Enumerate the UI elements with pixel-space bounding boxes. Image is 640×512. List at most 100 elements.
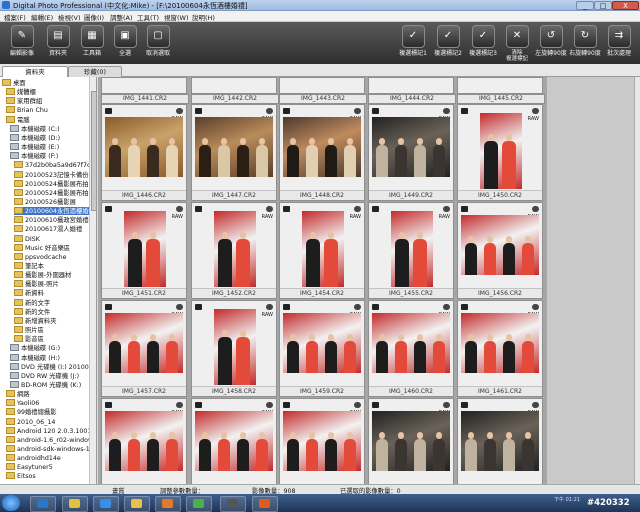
close-button[interactable]: X — [612, 1, 639, 10]
tree-item[interactable]: 20100610攝政宮婚禮新 — [14, 216, 95, 224]
tree-item[interactable]: 攝影展-照片 — [14, 280, 59, 288]
tree-scroll-thumb[interactable] — [91, 91, 96, 211]
clear-check-button[interactable]: ✕ 清除 複選標記 — [499, 25, 535, 63]
tree-item[interactable]: 本機磁碟 (D:) — [10, 133, 60, 142]
thumbnail-cell[interactable]: RAWIMG_1461.CR2 — [457, 300, 543, 397]
tree-item[interactable]: 本機磁碟 (G:) — [10, 344, 60, 352]
taskbar-app-button[interactable] — [155, 496, 181, 512]
thumbnail-cell[interactable]: RAW — [457, 398, 543, 484]
thumbnail-cell-partial[interactable] — [191, 77, 277, 94]
rotate-left-button[interactable]: ↺ 左旋轉90度 — [533, 25, 569, 63]
tree-item[interactable]: 影音區 — [14, 335, 44, 343]
tree-item[interactable]: 20100523記憶卡備份 — [14, 170, 89, 179]
check-mark-2-button[interactable]: ✓ 複選標記2 — [430, 25, 466, 63]
deselect-button[interactable]: ▢ 取消選取 — [140, 25, 176, 63]
tree-scrollbar[interactable] — [89, 77, 96, 484]
menu-edit[interactable]: 編輯(E) — [31, 12, 53, 22]
tree-item[interactable]: 攝影展-外圍器材 — [14, 271, 71, 279]
tree-item[interactable]: 家用群組 — [6, 97, 42, 105]
folder-button[interactable]: ▤ 資料夾 — [40, 25, 76, 63]
grid-scrollbar[interactable] — [634, 77, 640, 484]
tree-item[interactable]: 桌面 — [2, 79, 26, 87]
menu-file[interactable]: 檔案(F) — [4, 12, 26, 22]
thumbnail-cell[interactable]: RAW IMG_1450.CR2 — [457, 104, 543, 201]
thumbnail-cell[interactable]: RAW IMG_1451.CR2 — [101, 202, 187, 299]
tree-item[interactable]: Android 120 2.0.3.1001 — [6, 426, 91, 435]
tree-item[interactable]: Music 好音樂區 — [14, 243, 70, 252]
tree-item[interactable]: Easytuner5 — [6, 463, 53, 471]
thumbnail-cell[interactable]: RAW IMG_1454.CR2 — [279, 202, 365, 299]
tree-item[interactable]: 媒體櫃 — [6, 88, 36, 96]
tree-item[interactable]: DVD 光碟機 (I:) 20100727 — [10, 362, 96, 371]
tree-item[interactable]: 本機磁碟 (H:) — [10, 353, 60, 362]
thumbnail-cell-partial[interactable] — [368, 77, 454, 94]
thumbnail-cell[interactable]: RAWIMG_1448.CR2 — [279, 104, 365, 201]
menu-image[interactable]: 圖像(I) — [84, 12, 104, 22]
tree-item[interactable]: 筆記本 — [14, 262, 44, 270]
tree-item[interactable]: 本機磁碟 (E:) — [10, 143, 59, 151]
thumbnail-cell[interactable]: RAWIMG_1460.CR2 — [368, 300, 454, 397]
taskbar-app-button[interactable] — [124, 496, 150, 512]
tree-item[interactable]: 新資料 — [14, 289, 44, 297]
menu-adjust[interactable]: 調整(A) — [110, 12, 133, 22]
check-mark-3-button[interactable]: ✓ 複選標記3 — [465, 25, 501, 63]
toolbox-button[interactable]: ▦ 工具箱 — [74, 25, 110, 63]
minimize-button[interactable]: _ — [576, 1, 594, 10]
check-mark-1-button[interactable]: ✓ 複選標記1 — [395, 25, 431, 63]
taskbar-app-button[interactable] — [220, 496, 246, 512]
thumbnail-cell[interactable]: RAW IMG_1452.CR2 — [191, 202, 277, 299]
thumbnail-cell[interactable]: RAWIMG_1459.CR2 — [279, 300, 365, 397]
tree-item[interactable]: 照片區 — [14, 326, 44, 334]
start-button[interactable] — [2, 495, 20, 511]
rotate-right-button[interactable]: ↻ 右旋轉90度 — [567, 25, 603, 63]
tree-item[interactable]: 電腦 — [6, 115, 30, 124]
tree-item-selected[interactable]: 20100604永恆酒樓婚禮 — [14, 207, 95, 216]
tree-item[interactable]: 20100617湯人婚禮 — [14, 225, 82, 233]
thumbnail-cell[interactable]: RAW IMG_1458.CR2 — [191, 300, 277, 397]
edit-image-button[interactable]: ✎ 編輯影像 — [4, 25, 40, 63]
tree-item[interactable]: android-1.6_r02-windows — [6, 435, 96, 444]
tree-item[interactable]: DVD RW 光碟機 (J:) — [10, 371, 79, 380]
tree-item[interactable]: 新的文字 — [14, 298, 50, 307]
tree-item[interactable]: androidhd14e — [6, 454, 61, 462]
thumbnail-cell[interactable]: RAW — [279, 398, 365, 484]
thumbnail-cell[interactable]: RAW — [101, 398, 187, 484]
tree-item[interactable]: BD-ROM 光碟機 (K:) — [10, 380, 81, 389]
tree-item[interactable]: DISK — [14, 234, 40, 243]
tree-item[interactable]: Yaoli06 — [6, 399, 39, 407]
menu-window[interactable]: 視窗(W) — [164, 12, 189, 22]
thumbnail-cell[interactable]: RAWIMG_1449.CR2 — [368, 104, 454, 201]
tree-item[interactable]: Brian Chu — [6, 106, 48, 114]
tree-item[interactable]: 2010_06_14 — [6, 417, 55, 426]
tree-item[interactable]: 網路 — [6, 390, 30, 398]
thumbnail-cell-partial[interactable] — [457, 77, 543, 94]
tree-item[interactable]: 20100524攝影展布拍 — [14, 179, 89, 188]
tree-item[interactable]: Eitsos — [6, 472, 36, 480]
thumbnail-cell[interactable]: RAW — [191, 398, 277, 484]
tree-item[interactable]: 新的文件 — [14, 307, 50, 316]
taskbar-app-button[interactable] — [252, 496, 278, 512]
taskbar-app-button[interactable] — [93, 496, 119, 512]
thumbnail-cell[interactable]: RAWIMG_1447.CR2 — [191, 104, 277, 201]
tree-item[interactable]: 99婚禮總攝影 — [6, 408, 57, 416]
maximize-button[interactable]: □ — [594, 1, 612, 10]
taskbar-app-button[interactable] — [62, 496, 88, 512]
thumbnail-cell[interactable]: RAWIMG_1446.CR2 — [101, 104, 187, 201]
tree-item[interactable]: ppsvodcache — [14, 252, 67, 261]
tree-item[interactable]: 本機磁碟 (F:) — [10, 152, 58, 160]
menu-help[interactable]: 說明(H) — [192, 12, 215, 22]
tree-item[interactable]: 本機磁碟 (C:) — [10, 124, 60, 133]
tree-item[interactable]: 20100524攝影展布拍-F — [14, 188, 94, 197]
taskbar-app-button[interactable] — [30, 496, 56, 512]
tree-item[interactable]: 新增資料夾 — [14, 316, 56, 325]
taskbar-app-button[interactable] — [186, 496, 212, 512]
thumbnail-cell[interactable]: RAW IMG_1455.CR2 — [368, 202, 454, 299]
tree-item[interactable]: 20100526攝影展 — [14, 197, 76, 206]
thumbnail-cell[interactable]: RAWIMG_1457.CR2 — [101, 300, 187, 397]
batch-process-button[interactable]: ⇉ 批次處理 — [601, 25, 637, 63]
tree-item[interactable]: 37d2b0ba5a9d67f7c6 — [14, 161, 94, 169]
thumbnail-cell-partial[interactable] — [279, 77, 365, 94]
menu-view[interactable]: 檢視(V) — [58, 12, 81, 22]
thumbnail-cell[interactable]: RAW — [368, 398, 454, 484]
thumbnail-cell-partial[interactable] — [101, 77, 187, 94]
